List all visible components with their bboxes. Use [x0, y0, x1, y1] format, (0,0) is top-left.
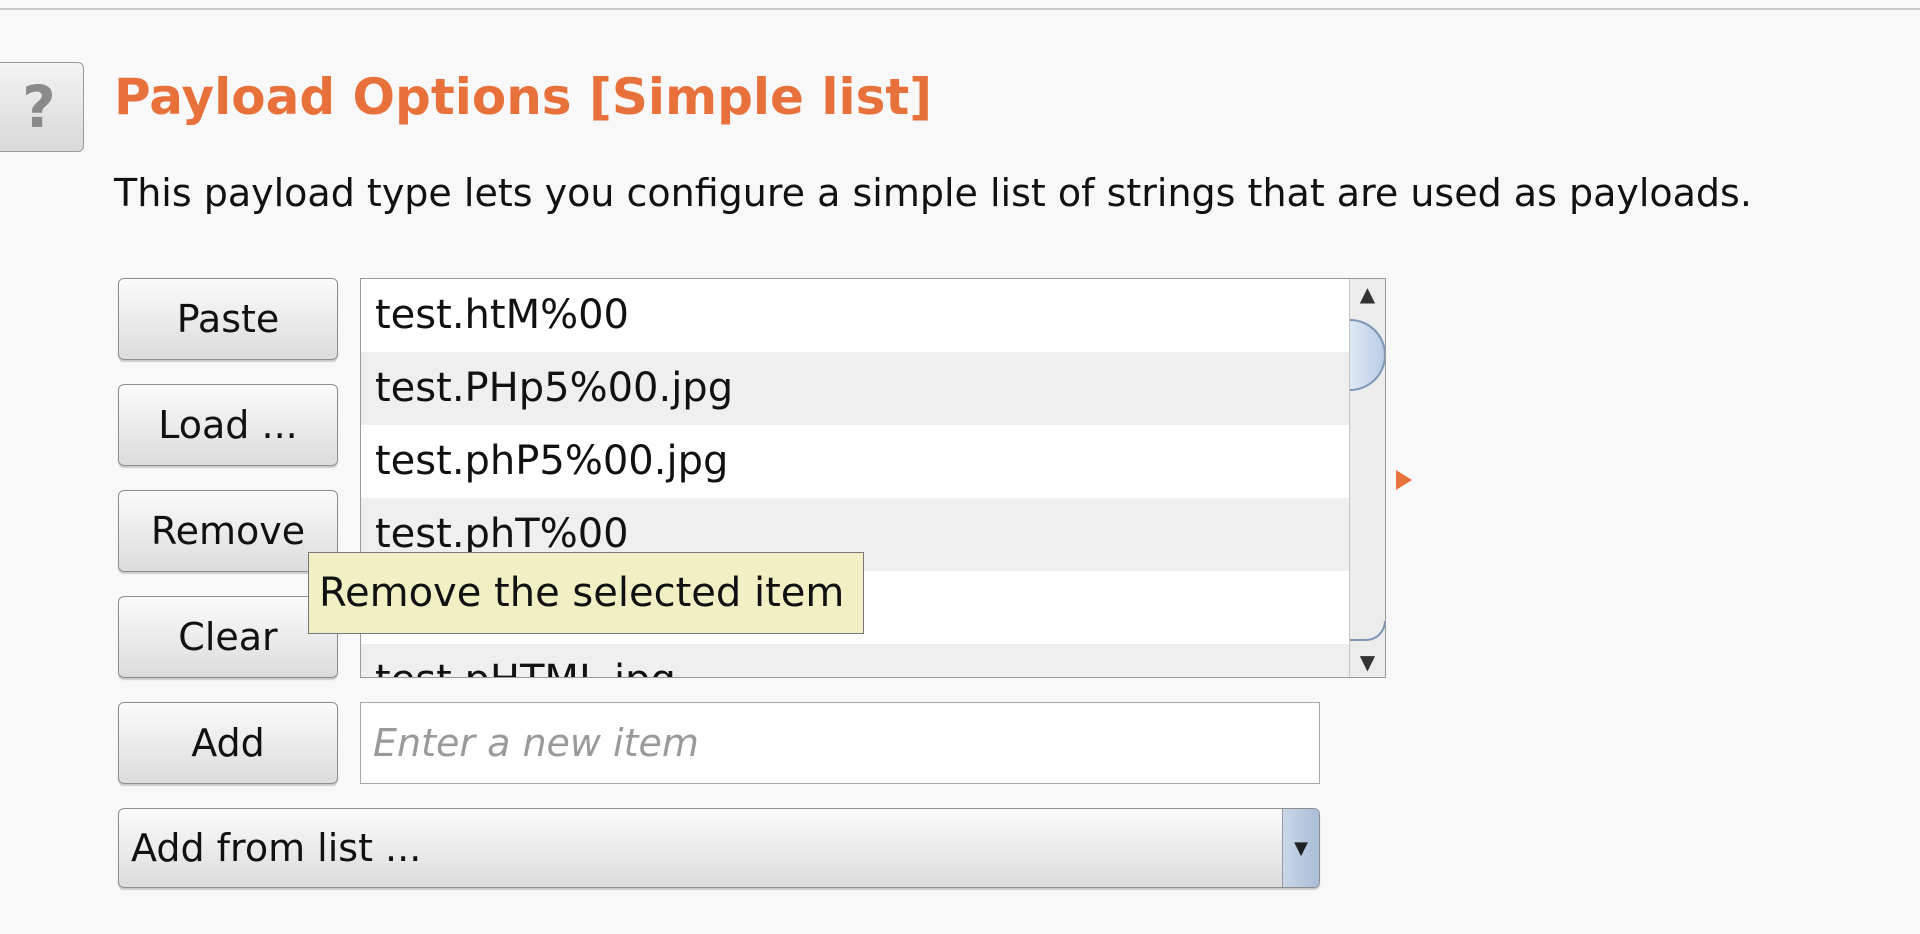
list-item[interactable]: test.PHp5%00.jpg — [361, 352, 1349, 425]
load-button[interactable]: Load ... — [118, 384, 338, 466]
section-title: Payload Options [Simple list] — [114, 68, 933, 126]
section-description: This payload type lets you configure a s… — [114, 171, 1752, 215]
help-button[interactable]: ? — [0, 62, 84, 152]
list-scrollbar[interactable]: ▲ ▼ — [1349, 279, 1385, 677]
scroll-up-arrow-icon[interactable]: ▲ — [1350, 279, 1385, 309]
new-item-input[interactable] — [360, 702, 1320, 784]
remove-button[interactable]: Remove — [118, 490, 338, 572]
list-item[interactable]: test.pHTML.jpg — [361, 644, 1349, 677]
list-item[interactable]: test.phP5%00.jpg — [361, 425, 1349, 498]
selection-marker-icon — [1396, 470, 1412, 490]
add-button[interactable]: Add — [118, 702, 338, 784]
scrollbar-track-end — [1350, 621, 1385, 641]
list-item[interactable]: test.htM%00 — [361, 279, 1349, 352]
scrollbar-thumb[interactable] — [1350, 319, 1385, 391]
chevron-down-icon[interactable]: ▼ — [1282, 809, 1319, 887]
add-from-list-label: Add from list ... — [131, 826, 422, 870]
remove-tooltip: Remove the selected item — [308, 552, 864, 634]
top-divider — [0, 8, 1920, 10]
paste-button[interactable]: Paste — [118, 278, 338, 360]
add-from-list-dropdown[interactable]: Add from list ... ▼ — [118, 808, 1320, 888]
help-icon: ? — [22, 73, 56, 141]
clear-button[interactable]: Clear — [118, 596, 338, 678]
scroll-down-arrow-icon[interactable]: ▼ — [1350, 647, 1385, 677]
